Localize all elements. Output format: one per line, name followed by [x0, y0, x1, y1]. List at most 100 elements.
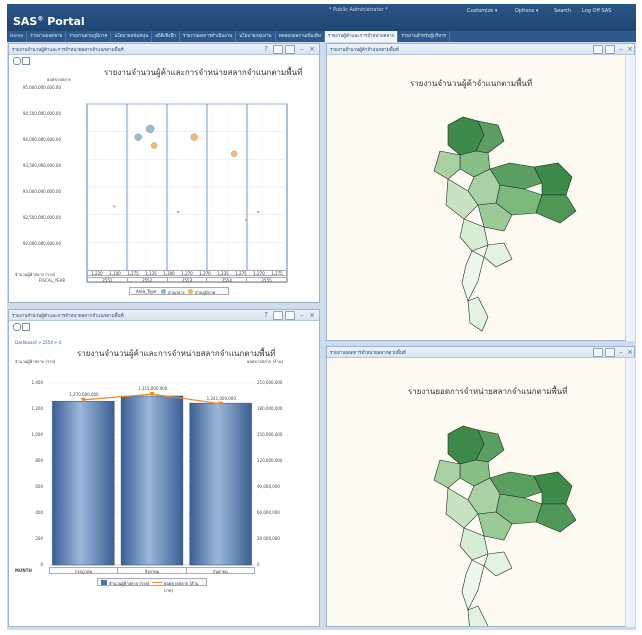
fiscal-year-cell: 2554	[207, 278, 248, 283]
portlet-title: รายงานยอดการจำหน่ายสลากตามพื้นที่	[330, 351, 406, 356]
portal-header: SAS® Portal * Public Administrator * Cus…	[7, 4, 636, 31]
tab-9-active[interactable]: รายงานผู้ค้าและการจำหน่ายสลาก	[324, 31, 399, 42]
fiscal-year-cell: 2552	[128, 278, 168, 283]
row1-values: 1,220 1,100 1,275 1,135 1,300 1,270 1,27…	[87, 270, 287, 276]
bar	[189, 402, 252, 566]
province-shape	[535, 194, 577, 224]
category-row: กรกฎาคม สิงหาคม กันยายน	[49, 567, 255, 574]
row1-cell: 1,235	[217, 271, 229, 276]
province-shape	[467, 296, 489, 332]
edit-icon[interactable]	[593, 45, 603, 54]
bubble-chart-portlet: รายงานจำนวนผู้ค้าและการจำหน่ายสลากจำแนกต…	[8, 43, 320, 303]
tab-6[interactable]: รายงานผลการดำเนินงาน	[180, 31, 237, 42]
close-icon[interactable]: ×	[626, 45, 634, 53]
bubble-point	[176, 210, 180, 214]
row1-cell: 1,100	[109, 271, 121, 276]
portal-tab-bar: Home รายงานยอดขาย รายงานตามภูมิภาค นโยบา…	[7, 31, 636, 42]
row1-cell: 1,275	[127, 271, 139, 276]
map-canvas[interactable]: รายงานยอดการจำหน่ายสลากจำแนกตามพื้นที่	[328, 358, 625, 626]
bubble-point	[112, 205, 116, 208]
tab-home[interactable]: Home	[7, 31, 28, 42]
bubble-chart-plot	[86, 103, 288, 283]
tab-10[interactable]: รายงานสำหรับผู้บริหาร	[398, 31, 451, 42]
portlet-header: รายงานจำนวนผู้ค้าจำแนกตามพื้นที่ – ×	[327, 44, 634, 55]
tab-2[interactable]: รายงานยอดขาย	[27, 31, 67, 42]
row1-cell: 1,275	[235, 271, 247, 276]
vertical-scrollbar[interactable]	[625, 358, 635, 627]
legend-label-line: ยอดขายสลาก (ล้านบาท)	[164, 581, 199, 593]
restore-icon[interactable]	[605, 348, 615, 357]
close-icon[interactable]: ×	[626, 348, 634, 356]
map-canvas[interactable]: รายงานจำนวนผู้ค้าจำแนกตามพื้นที่	[328, 55, 625, 339]
province-shape	[533, 162, 573, 196]
tab-7[interactable]: นโยบายกลุ่มงาน	[236, 31, 276, 42]
bubble-point	[256, 210, 260, 214]
fiscal-year-cell: 2551	[88, 278, 128, 283]
minimize-icon[interactable]: –	[617, 45, 625, 53]
bubble-point	[150, 142, 158, 149]
province-shape	[433, 459, 461, 489]
row1-label: จำนวนผู้ค้าสลาก (ราย)	[15, 272, 56, 277]
vendor-map-portlet: รายงานจำนวนผู้ค้าจำแนกตามพื้นที่ – × ราย…	[326, 43, 635, 341]
fiscal-year-cell: 2553	[168, 278, 208, 283]
legend-label-regional: ส่วนภูมิภาค	[195, 290, 216, 295]
bar	[52, 400, 115, 566]
thailand-map[interactable]	[328, 364, 625, 626]
thailand-map[interactable]	[328, 55, 625, 339]
category-label: สิงหาคม	[118, 568, 187, 574]
log-off-link[interactable]: Log Off SAS	[582, 8, 611, 14]
row1-cell: 1,270	[181, 271, 193, 276]
bar-value-label: 1,241,000,000	[206, 395, 236, 401]
vertical-scrollbar[interactable]	[625, 55, 635, 341]
legend-swatch-regional	[188, 289, 193, 294]
restore-icon[interactable]	[605, 45, 615, 54]
province-shape	[483, 242, 513, 268]
thailand-province-shapes	[433, 425, 577, 626]
province-shape	[483, 551, 513, 577]
combo-legend: จำนวนผู้ค้าสลาก (ราย) ยอดขายสลาก (ล้านบา…	[97, 578, 207, 593]
portlet-title: รายงานจำนวนผู้ค้าจำแนกตามพื้นที่	[330, 48, 399, 53]
minimize-icon[interactable]: –	[617, 348, 625, 356]
tab-4[interactable]: นโยบายสนับสนุน	[111, 31, 153, 42]
bubble-point	[244, 218, 248, 222]
category-label: กันยายน	[212, 569, 228, 574]
portal-brand: SAS® Portal	[13, 15, 85, 28]
bar-value-label: 1,270,000,000	[69, 391, 99, 397]
category-label: กรกฎาคม	[50, 568, 119, 574]
tab-3[interactable]: รายงานตามภูมิภาค	[66, 31, 112, 42]
bar-marks	[52, 395, 252, 566]
bubble-legend: Area_Type ส่วนกลาง ส่วนภูมิภาค	[129, 287, 229, 295]
edit-icon[interactable]	[593, 348, 603, 357]
row1-cell: 1,135	[145, 271, 157, 276]
province-shape	[461, 250, 485, 302]
legend-title: Area_Type	[136, 289, 157, 294]
tab-8[interactable]: ทดสอบผลงานเพิ่มเติม	[276, 31, 325, 42]
legend-swatch-bar	[101, 580, 107, 585]
search-link[interactable]: Search	[554, 8, 571, 14]
legend-label-bar: จำนวนผู้ค้าสลาก (ราย)	[109, 581, 150, 586]
bubble-point	[134, 133, 142, 141]
current-user: * Public Administrator *	[329, 7, 388, 13]
x-axis-title: MONTH	[15, 568, 32, 573]
bar-value-label: 1,315,000,000	[138, 386, 168, 392]
row1-cell: 1,270	[253, 271, 265, 276]
legend-swatch-central	[161, 289, 166, 294]
combo-chart-portlet: รายงานจำนวนผู้ค้าและการจำหน่ายสลากจำแนกต…	[8, 309, 320, 627]
legend-swatch-line	[152, 582, 162, 583]
options-menu[interactable]: Options ▾	[515, 8, 538, 14]
customize-menu[interactable]: Customize ▾	[467, 8, 497, 14]
province-shape	[461, 559, 485, 611]
row2-label: FISCAL_YEAR	[39, 278, 66, 283]
province-shape	[535, 503, 577, 533]
row1-cell: 1,300	[163, 271, 175, 276]
row1-cell: 1,275	[271, 271, 283, 276]
portlet-header: รายงานยอดการจำหน่ายสลากตามพื้นที่ – ×	[327, 347, 634, 358]
province-shape	[433, 150, 461, 180]
legend-label-central: ส่วนกลาง	[168, 290, 185, 295]
province-shape	[467, 605, 489, 626]
bar	[120, 395, 184, 566]
tab-5[interactable]: สถิติเชิงลึก	[152, 31, 180, 42]
plot-area-frame	[86, 103, 288, 283]
bubble-point	[230, 150, 238, 158]
province-shape	[533, 471, 573, 505]
